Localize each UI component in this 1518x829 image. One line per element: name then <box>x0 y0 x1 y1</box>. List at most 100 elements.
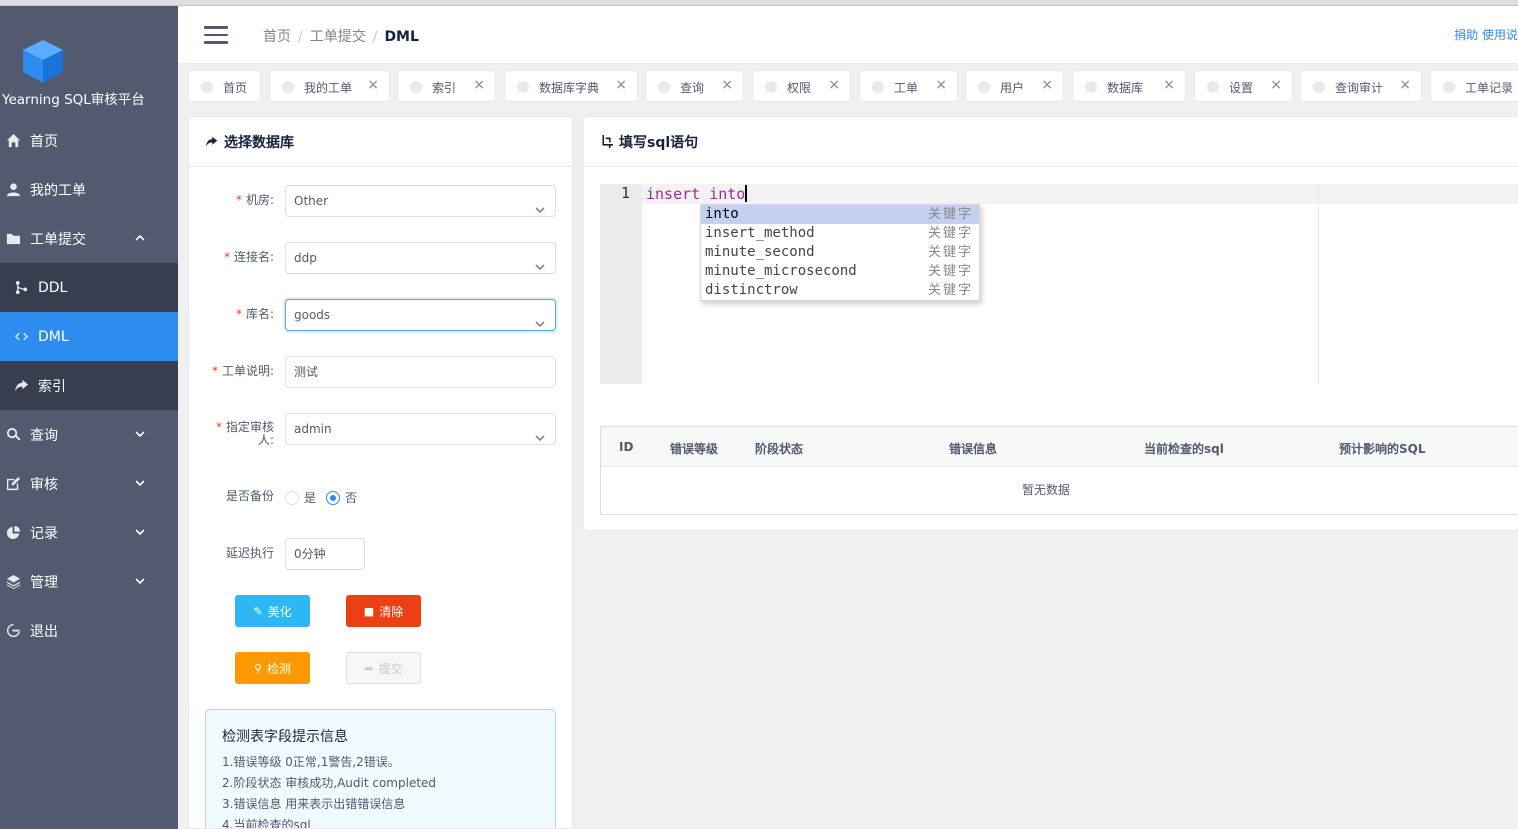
column-header[interactable]: 错误信息 <box>949 440 997 457</box>
description-label: * 工单说明: <box>211 364 274 378</box>
delay-input[interactable]: 0分钟 <box>285 538 365 570</box>
column-header[interactable]: ID <box>619 440 633 454</box>
chevron-down-icon <box>134 526 146 538</box>
sidebar-item-audit[interactable]: 审核 <box>0 459 178 508</box>
tag-my-orders[interactable]: 我的工单 × <box>269 70 390 102</box>
close-icon[interactable]: × <box>1041 77 1053 93</box>
autocomplete-item[interactable]: minute_microsecond 关键字 <box>701 262 979 281</box>
crop-icon <box>600 134 614 149</box>
database-select[interactable]: goods <box>285 299 556 331</box>
tag-db-dictionary[interactable]: 数据库字典 × <box>504 70 638 102</box>
sidebar-item-ddl[interactable]: DDL <box>0 263 178 312</box>
autocomplete-item[interactable]: into 关键字 <box>701 205 979 224</box>
room-select[interactable]: Other <box>285 185 556 217</box>
sidebar-item-dml[interactable]: DML <box>0 312 178 361</box>
check-button[interactable]: ⚲ 检测 <box>235 652 310 684</box>
autocomplete-item[interactable]: distinctrow 关键字 <box>701 281 979 300</box>
alert-title: 检测表字段提示信息 <box>222 729 348 745</box>
branch-icon <box>12 279 30 297</box>
menu-toggle-icon[interactable] <box>204 26 228 44</box>
home-icon <box>4 132 22 150</box>
submenu-order-submit: DDL DML 索引 <box>0 263 178 410</box>
logout-icon <box>4 622 22 640</box>
tag-orders[interactable]: 工单 × <box>859 70 958 102</box>
close-icon[interactable]: × <box>1270 77 1282 93</box>
beautify-button[interactable]: ✎ 美化 <box>235 595 310 627</box>
close-icon[interactable]: × <box>367 77 379 93</box>
empty-state: 暂无数据 <box>1021 483 1070 497</box>
cube-logo-icon <box>23 40 63 83</box>
backup-label: 是否备份 <box>225 489 274 503</box>
close-icon[interactable]: × <box>721 77 733 93</box>
column-header[interactable]: 预计影响的SQL <box>1339 440 1426 457</box>
trash-icon: ■ <box>363 604 375 618</box>
backup-yes-radio[interactable]: 是 <box>285 489 316 506</box>
code-line[interactable]: insert into <box>646 184 748 204</box>
close-icon[interactable]: × <box>828 77 840 93</box>
sidebar-item-records[interactable]: 记录 <box>0 508 178 557</box>
donate-help-link[interactable]: 捐助 使用说 <box>1454 26 1518 43</box>
sql-editor[interactable]: 1 insert into into 关键字 insert_method 关键字 m… <box>600 184 1518 384</box>
active-line-highlight <box>642 184 1518 204</box>
edit-icon <box>4 475 22 493</box>
submit-button[interactable]: ➦ 提交 <box>346 652 421 684</box>
chevron-down-icon <box>134 428 146 440</box>
close-icon[interactable]: × <box>1163 77 1175 93</box>
sidebar-item-logout[interactable]: 退出 <box>0 606 178 655</box>
connection-select[interactable]: ddp <box>285 242 556 274</box>
tag-database[interactable]: 数据库 × <box>1072 70 1186 102</box>
chevron-down-icon <box>535 310 545 328</box>
backup-no-radio[interactable]: 否 <box>326 489 357 506</box>
connection-label: * 连接名: <box>223 250 274 264</box>
tag-query-audit[interactable]: 查询审计 × <box>1300 70 1422 102</box>
print-margin <box>1318 184 1319 384</box>
autocomplete-item[interactable]: minute_second 关键字 <box>701 243 979 262</box>
sidebar-item-home[interactable]: 首页 <box>0 116 178 165</box>
breadcrumb-home[interactable]: 首页 <box>263 29 291 45</box>
check-result-table: ID 错误等级 阶段状态 错误信息 当前检查的sql 预计影响的SQL 暂无数据 <box>600 426 1518 515</box>
sidebar-item-label: 退出 <box>30 623 58 640</box>
room-label: * 机房: <box>235 193 274 207</box>
pie-chart-icon <box>4 524 22 542</box>
tag-index[interactable]: 索引 × <box>397 70 496 102</box>
tag-users[interactable]: 用户 × <box>965 70 1064 102</box>
alert-line: 2.阶段状态 审核成功,Audit completed <box>222 776 437 790</box>
tag-settings[interactable]: 设置 × <box>1194 70 1293 102</box>
header: 首页 / 工单提交 / DML 捐助 使用说 <box>178 6 1518 64</box>
sidebar-item-order-submit[interactable]: 工单提交 <box>0 214 178 263</box>
chevron-down-icon <box>535 424 545 442</box>
sidebar-item-label: 管理 <box>30 574 58 591</box>
breadcrumb-order-submit[interactable]: 工单提交 <box>310 29 366 45</box>
sidebar-item-label: DDL <box>38 279 68 296</box>
column-header[interactable]: 阶段状态 <box>755 440 803 457</box>
column-header[interactable]: 当前检查的sql <box>1144 440 1224 457</box>
sidebar-item-index[interactable]: 索引 <box>0 361 178 410</box>
auditor-select[interactable]: admin <box>285 413 556 445</box>
autocomplete-item[interactable]: insert_method 关键字 <box>701 224 979 243</box>
logo: Yearning SQL审核平台 <box>0 6 178 116</box>
tag-order-records[interactable]: 工单记录 <box>1430 70 1518 102</box>
close-icon[interactable]: × <box>935 77 947 93</box>
share-icon <box>12 377 30 395</box>
code-icon <box>12 328 30 346</box>
sidebar-item-manage[interactable]: 管理 <box>0 557 178 606</box>
tag-permission[interactable]: 权限 × <box>752 70 851 102</box>
select-database-card: 选择数据库 * 机房: Other * 连接名: ddp * 库名: goods * 工… <box>188 116 573 829</box>
clear-button[interactable]: ■ 清除 <box>346 595 421 627</box>
tag-query[interactable]: 查询 × <box>645 70 744 102</box>
close-icon[interactable]: × <box>473 77 485 93</box>
sidebar-item-label: 工单提交 <box>30 231 86 248</box>
sidebar-item-label: 查询 <box>30 427 58 444</box>
column-header[interactable]: 错误等级 <box>670 440 718 457</box>
sidebar-item-label: 记录 <box>30 525 58 542</box>
sidebar-item-query[interactable]: 查询 <box>0 410 178 459</box>
description-input[interactable]: 测试 <box>285 356 556 388</box>
sidebar-item-label: 审核 <box>30 476 58 493</box>
close-icon[interactable]: × <box>1399 77 1411 93</box>
close-icon[interactable]: × <box>615 77 627 93</box>
card-title: 填写sql语句 <box>584 117 1518 167</box>
autocomplete-popup: into 关键字 insert_method 关键字 minute_second 关键… <box>700 204 980 301</box>
editor-gutter <box>600 184 642 384</box>
tag-home[interactable]: 首页 <box>188 70 261 102</box>
sidebar-item-my-orders[interactable]: 我的工单 <box>0 165 178 214</box>
